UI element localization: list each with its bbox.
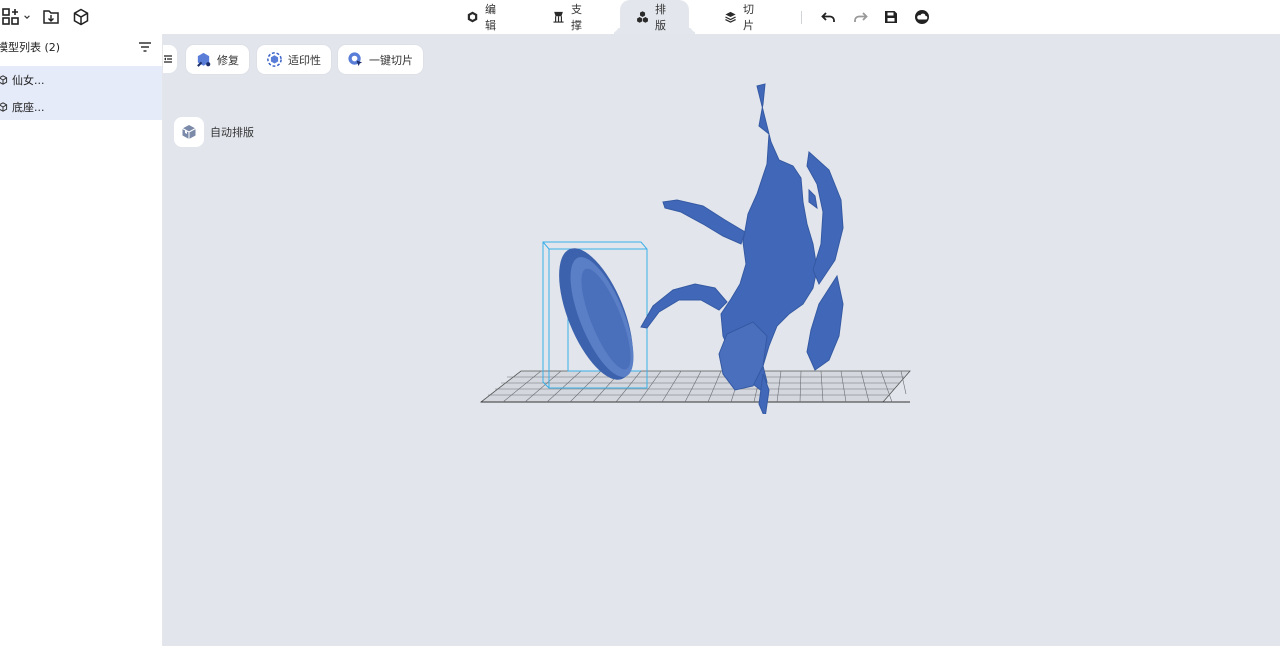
repair-label: 修复	[217, 53, 239, 67]
one-click-slice-label: 一键切片	[369, 53, 413, 67]
auto-layout-icon	[182, 125, 196, 139]
list-item[interactable]: 仙女...	[0, 66, 162, 93]
3d-viewport[interactable]: 修复 适印性 一键切片 自动排版	[163, 34, 1280, 646]
list-item-label: 底座...	[12, 100, 45, 114]
model-list: 仙女... 底座...	[0, 66, 162, 120]
toolbar-divider	[801, 11, 802, 24]
printability-icon	[267, 52, 282, 67]
dropdown-chevron-icon[interactable]	[22, 6, 32, 28]
one-click-slice-button[interactable]: 一键切片	[338, 45, 423, 74]
one-click-slice-icon	[348, 52, 363, 67]
build-plate-grid	[479, 370, 911, 403]
printability-button[interactable]: 适印性	[257, 45, 331, 74]
support-icon	[553, 11, 564, 23]
layout-icon	[637, 11, 648, 23]
redo-icon[interactable]	[849, 6, 871, 28]
model-list-panel: 模型列表 (2) 仙女... 底座...	[0, 34, 163, 646]
printability-label: 适印性	[288, 53, 321, 67]
repair-button[interactable]: 修复	[186, 45, 249, 74]
collapse-panel-button[interactable]	[163, 45, 177, 73]
tab-slice[interactable]: 切片	[724, 0, 759, 34]
auto-layout-button[interactable]	[174, 117, 204, 147]
model-cube-icon	[0, 74, 8, 85]
model-list-header: 模型列表 (2)	[0, 34, 162, 60]
cloud-icon[interactable]	[911, 6, 933, 28]
base-model[interactable]	[544, 239, 648, 390]
add-model-icon[interactable]	[0, 6, 22, 28]
list-item-label: 仙女...	[12, 73, 45, 87]
collapse-icon	[164, 55, 172, 63]
tab-label: 排版	[655, 3, 667, 32]
tab-label: 切片	[743, 3, 755, 32]
edit-cube-icon	[467, 11, 478, 23]
tab-label: 编辑	[485, 3, 497, 32]
undo-icon[interactable]	[818, 6, 840, 28]
toolbar-right-group	[818, 0, 933, 34]
tab-support[interactable]: 支撑	[552, 0, 587, 34]
save-icon[interactable]	[880, 6, 902, 28]
corner-indicator	[1276, 622, 1279, 640]
toolbar-left-group	[0, 0, 92, 34]
model-cube-icon	[0, 101, 8, 112]
model-list-title: 模型列表 (2)	[0, 41, 61, 54]
import-icon[interactable]	[40, 6, 62, 28]
auto-layout-label: 自动排版	[210, 126, 254, 139]
tab-layout[interactable]: 排版	[620, 0, 689, 34]
filter-icon[interactable]	[138, 40, 152, 54]
list-item[interactable]: 底座...	[0, 93, 162, 120]
top-toolbar: 编辑 支撑 排版 切片	[0, 0, 1280, 34]
slice-layers-icon	[725, 11, 736, 23]
tab-edit[interactable]: 编辑	[466, 0, 501, 34]
figure-model[interactable]	[640, 83, 844, 414]
scene-canvas[interactable]	[463, 74, 923, 414]
cube-icon[interactable]	[70, 6, 92, 28]
repair-icon	[197, 52, 211, 67]
tab-label: 支撑	[571, 3, 583, 32]
